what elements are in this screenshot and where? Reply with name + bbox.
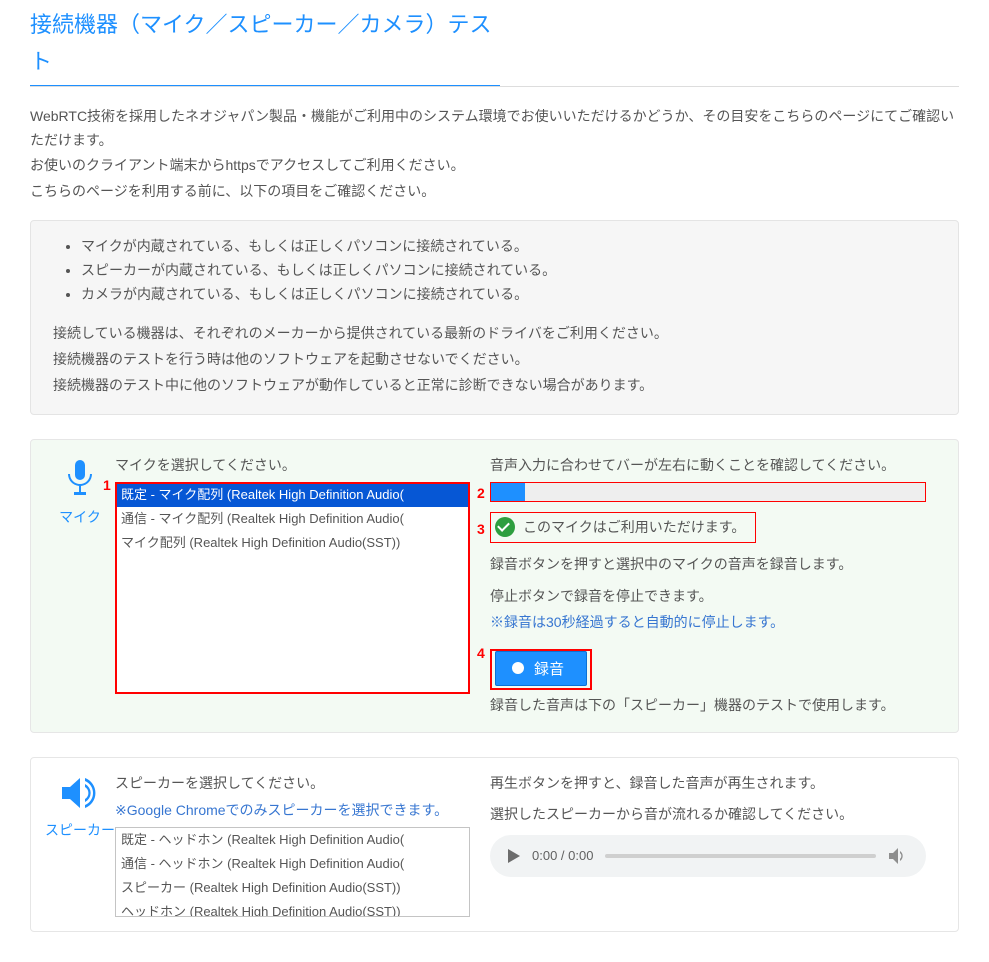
- mic-side-text: マイク: [45, 506, 115, 530]
- record-usage-note: 録音した音声は下の「スピーカー」機器のテストで使用します。: [490, 694, 934, 718]
- record-button[interactable]: 録音: [495, 651, 587, 686]
- speaker-panel: スピーカー スピーカーを選択してください。 ※Google Chromeでのみス…: [30, 757, 959, 933]
- volume-icon[interactable]: [888, 847, 908, 865]
- speaker-icon: [60, 797, 100, 813]
- page-title: 接続機器（マイク／スピーカー／カメラ）テスト: [30, 6, 500, 87]
- mic-meter-label: 音声入力に合わせてバーが左右に動くことを確認してください。: [490, 454, 934, 478]
- mic-option[interactable]: 既定 - マイク配列 (Realtek High Definition Audi…: [116, 483, 469, 507]
- check-icon: [495, 517, 515, 537]
- annotation-1: 1: [103, 474, 111, 498]
- mic-level-fill: [491, 483, 525, 501]
- record-button-label: 録音: [534, 658, 564, 679]
- speaker-select-label: スピーカーを選択してください。: [115, 772, 470, 796]
- play-icon[interactable]: [508, 849, 520, 863]
- mic-option[interactable]: 通信 - マイク配列 (Realtek High Definition Audi…: [116, 507, 469, 531]
- speaker-option[interactable]: ヘッドホン (Realtek High Definition Audio(SST…: [116, 900, 469, 917]
- play-note-1: 再生ボタンを押すと、録音した音声が再生されます。: [490, 772, 934, 796]
- speaker-option[interactable]: スピーカー (Realtek High Definition Audio(SST…: [116, 876, 469, 900]
- mic-panel: マイク 1 マイクを選択してください。 既定 - マイク配列 (Realtek …: [30, 439, 959, 733]
- speaker-option[interactable]: 既定 - ヘッドホン (Realtek High Definition Audi…: [116, 828, 469, 852]
- speaker-option[interactable]: 通信 - ヘッドホン (Realtek High Definition Audi…: [116, 852, 469, 876]
- mic-status-text: このマイクはご利用いただけます。: [523, 516, 745, 540]
- audio-time: 0:00 / 0:00: [532, 845, 593, 867]
- precondition-item: マイクが内蔵されている、もしくは正しくパソコンに接続されている。: [81, 235, 936, 259]
- audio-player: 0:00 / 0:00: [490, 835, 926, 877]
- mic-status-box: このマイクはご利用いただけます。: [490, 512, 756, 544]
- speaker-chrome-note: ※Google Chromeでのみスピーカーを選択できます。: [115, 799, 470, 823]
- mic-select-label: マイクを選択してください。: [115, 454, 470, 478]
- mic-device-list[interactable]: 既定 - マイク配列 (Realtek High Definition Audi…: [115, 482, 470, 694]
- precondition-note: 接続機器のテスト中に他のソフトウェアが動作していると正常に診断できない場合があり…: [53, 374, 936, 398]
- speaker-side-label: スピーカー: [45, 772, 115, 844]
- intro-text: WebRTC技術を採用したネオジャパン製品・機能がご利用中のシステム環境でお使い…: [30, 105, 959, 204]
- mic-level-meter: [490, 482, 926, 502]
- preconditions-box: マイクが内蔵されている、もしくは正しくパソコンに接続されている。 スピーカーが内…: [30, 220, 959, 415]
- record-dot-icon: [512, 662, 524, 674]
- annotation-4: 4: [477, 642, 485, 666]
- speaker-device-list[interactable]: 既定 - ヘッドホン (Realtek High Definition Audi…: [115, 827, 470, 917]
- annotation-2: 2: [477, 482, 485, 506]
- annotation-3: 3: [477, 518, 485, 542]
- title-divider: [30, 86, 959, 87]
- record-note-1: 録音ボタンを押すと選択中のマイクの音声を録音します。: [490, 553, 934, 577]
- speaker-side-text: スピーカー: [45, 819, 115, 843]
- intro-line-3: こちらのページを利用する前に、以下の項目をご確認ください。: [30, 180, 959, 204]
- play-note-2: 選択したスピーカーから音が流れるか確認してください。: [490, 803, 934, 827]
- precondition-note: 接続している機器は、それぞれのメーカーから提供されている最新のドライバをご利用く…: [53, 322, 936, 346]
- audio-progress[interactable]: [605, 854, 876, 858]
- microphone-icon: [63, 483, 97, 499]
- record-button-highlight: 録音: [490, 649, 592, 690]
- precondition-item: カメラが内蔵されている、もしくは正しくパソコンに接続されている。: [81, 283, 936, 307]
- precondition-note: 接続機器のテストを行う時は他のソフトウェアを起動させないでください。: [53, 348, 936, 372]
- intro-line-2: お使いのクライアント端末からhttpsでアクセスしてご利用ください。: [30, 154, 959, 178]
- precondition-item: スピーカーが内蔵されている、もしくは正しくパソコンに接続されている。: [81, 259, 936, 283]
- record-note-3: ※録音は30秒経過すると自動的に停止します。: [490, 611, 934, 635]
- record-note-2: 停止ボタンで録音を停止できます。: [490, 585, 934, 609]
- intro-line-1: WebRTC技術を採用したネオジャパン製品・機能がご利用中のシステム環境でお使い…: [30, 105, 959, 153]
- mic-option[interactable]: マイク配列 (Realtek High Definition Audio(SST…: [116, 531, 469, 555]
